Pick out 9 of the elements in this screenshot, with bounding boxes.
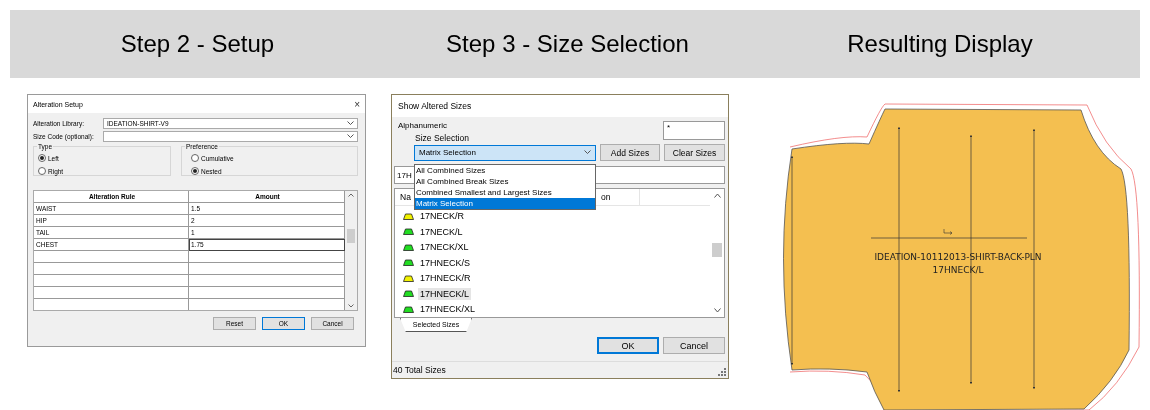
step-title: Resulting Display xyxy=(847,30,1033,58)
field-label: Size Selection xyxy=(415,133,469,143)
status-text: 40 Total Sizes xyxy=(393,365,446,375)
step-title: Step 3 - Size Selection xyxy=(446,30,689,58)
size-label: 17HNECK/L xyxy=(932,265,984,275)
step-title: Step 2 - Setup xyxy=(120,30,275,58)
dialog-title: Show Altered Sizes xyxy=(398,101,472,111)
mode-label: Alphanumeric xyxy=(398,121,447,132)
piece-name: IDEATION-10112013-SHIRT-BACK-PLN xyxy=(874,252,1042,262)
